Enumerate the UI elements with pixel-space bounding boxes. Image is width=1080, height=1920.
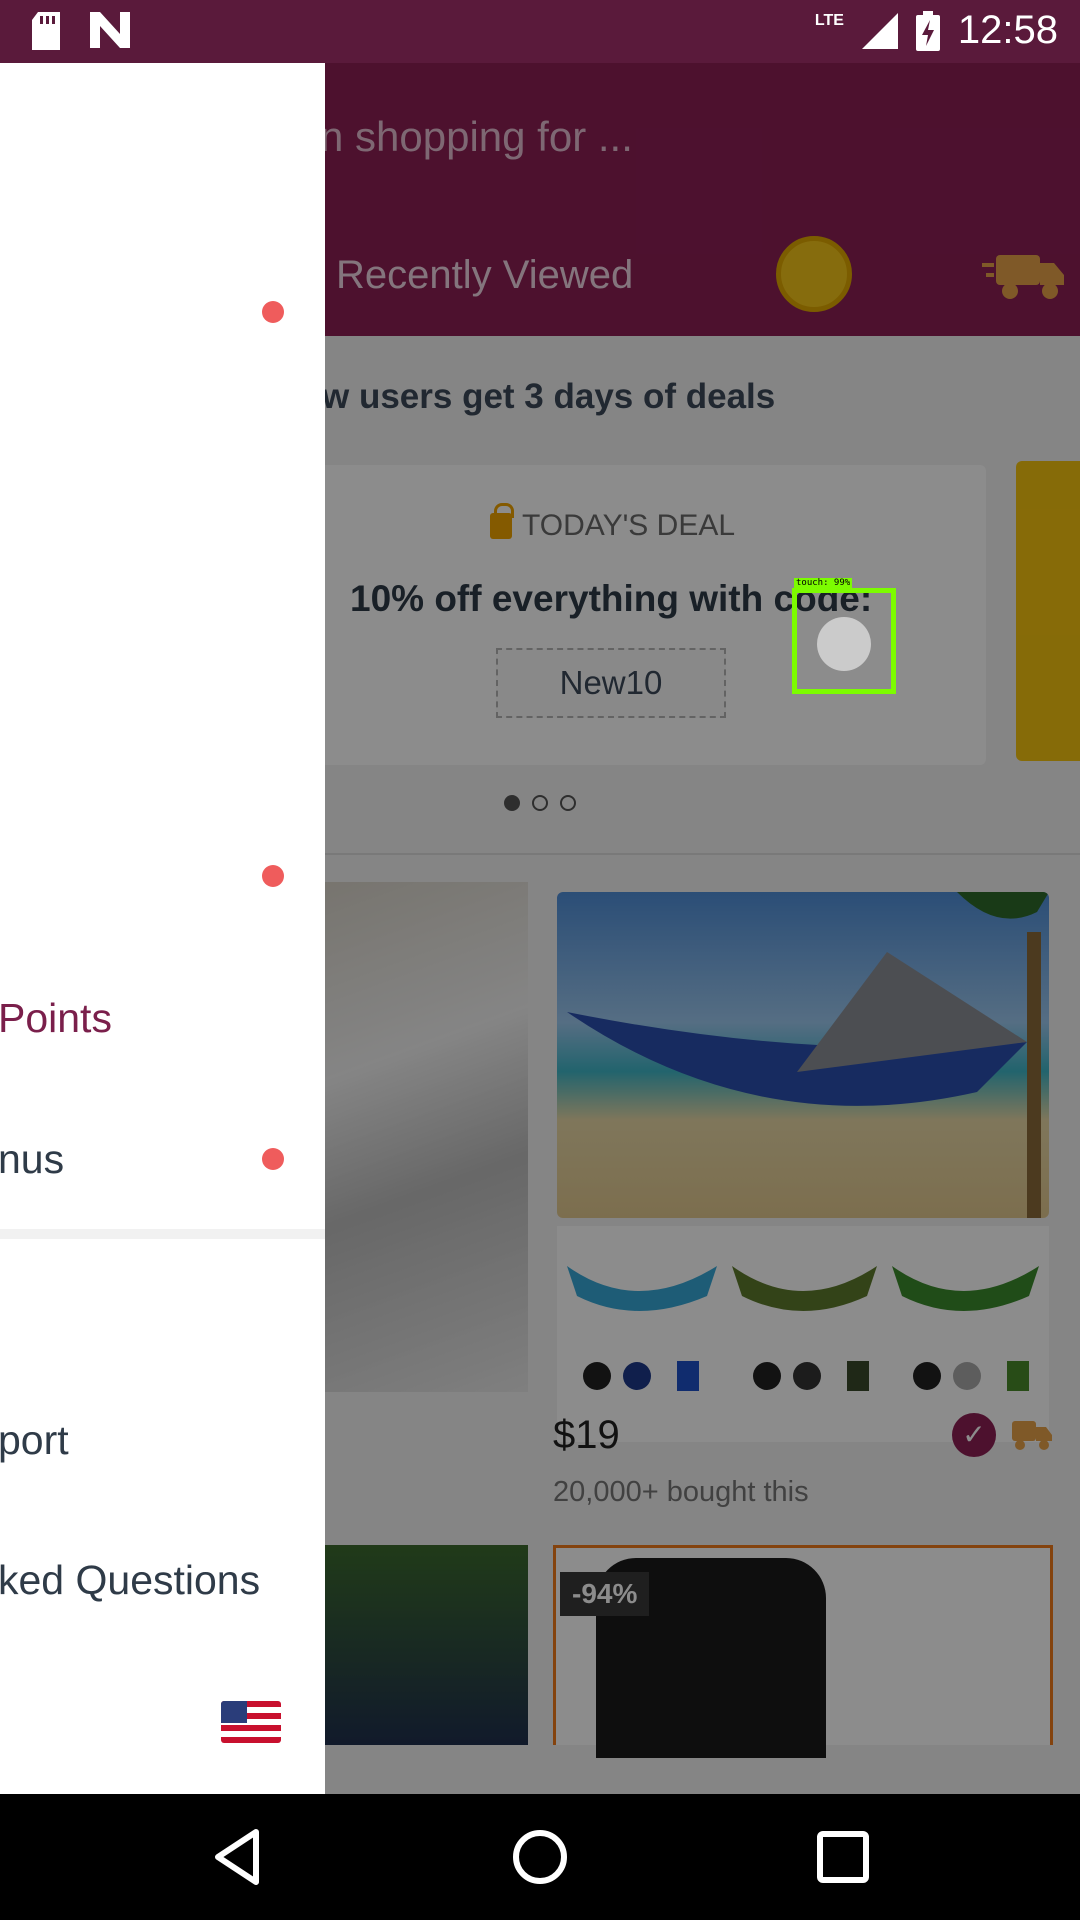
flag-canton	[221, 1701, 247, 1723]
drawer-item-points[interactable]: Points	[0, 995, 112, 1042]
drawer-item-support[interactable]: port	[0, 1417, 69, 1464]
touch-indicator-label: touch: 99%	[794, 578, 853, 588]
notification-n-icon	[90, 12, 130, 48]
back-icon[interactable]	[204, 1824, 270, 1890]
clock: 12:58	[957, 8, 1058, 52]
network-type: LTE	[814, 11, 844, 29]
battery-charging-icon	[915, 10, 940, 51]
us-flag-icon[interactable]	[221, 1701, 281, 1743]
signal-icon	[861, 12, 898, 49]
drawer-item-faq[interactable]: ked Questions	[0, 1557, 260, 1604]
notification-dot	[262, 1148, 284, 1170]
navigation-drawer: Points nus port ked Questions	[0, 63, 325, 1794]
touch-point	[817, 617, 871, 671]
home-icon[interactable]	[507, 1824, 573, 1890]
drawer-item-bonus[interactable]: nus	[0, 1136, 64, 1183]
recents-icon[interactable]	[810, 1824, 876, 1890]
system-nav-bar	[0, 1794, 1080, 1920]
status-bar: LTE 12:58	[0, 0, 1080, 63]
drawer-divider	[0, 1229, 325, 1239]
notification-dot	[262, 301, 284, 323]
sd-card-icon	[32, 12, 60, 50]
notification-dot	[262, 865, 284, 887]
